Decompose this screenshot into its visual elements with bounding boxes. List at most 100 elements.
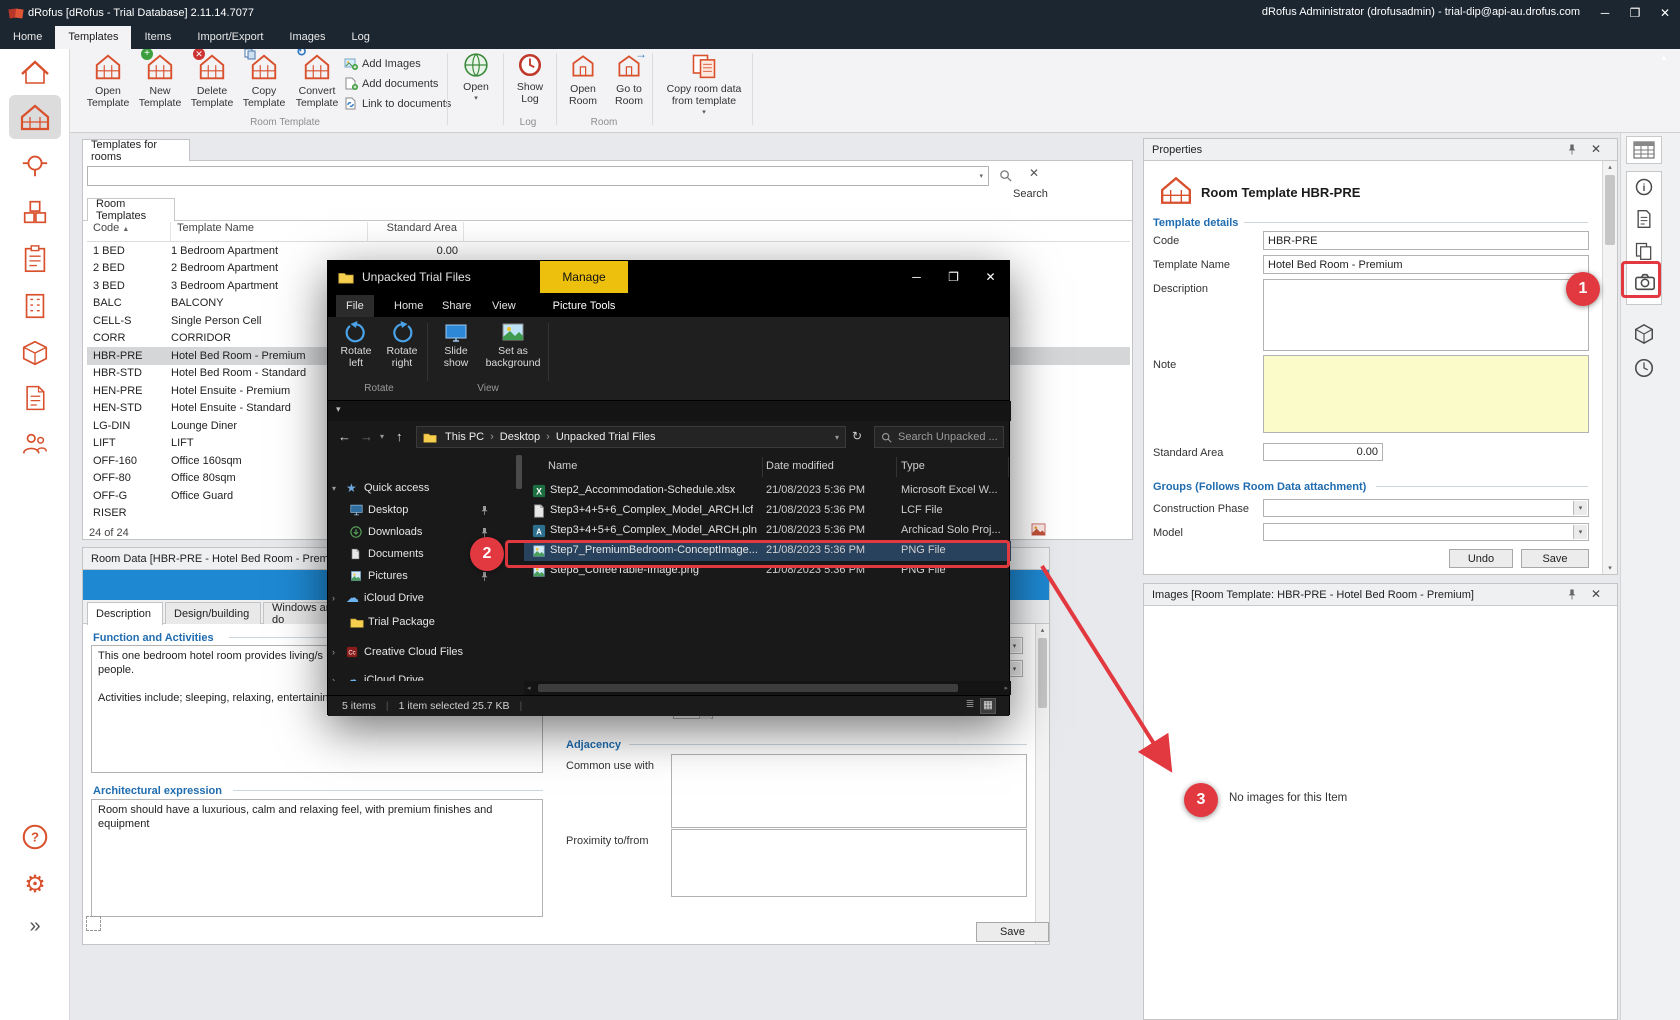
maximize-icon[interactable]: ❐ (935, 261, 972, 293)
explorer-tab-share[interactable]: Share (432, 295, 481, 317)
tab-room-templates[interactable]: Room Templates (87, 198, 175, 221)
minimize-icon[interactable]: ─ (898, 261, 935, 293)
set-as-background-button[interactable]: Set as background (482, 321, 544, 369)
thumbnail-view-icon[interactable]: ▦ (980, 698, 996, 714)
details-view-icon[interactable]: ≣ (962, 698, 978, 714)
column-standard-area[interactable]: Standard Area (368, 222, 464, 241)
delete-template-button[interactable]: ✕ Delete Template (187, 52, 237, 109)
scroll-down-icon[interactable]: ▾ (1603, 564, 1617, 572)
new-template-button[interactable]: + New Template (135, 52, 185, 109)
slide-show-button[interactable]: Slide show (432, 321, 480, 369)
recent-locations-icon[interactable]: ▾ (380, 432, 384, 441)
explorer-tab-view[interactable]: View (482, 295, 526, 317)
scroll-up-icon[interactable]: ▴ (1603, 163, 1617, 171)
document-icon[interactable] (1634, 209, 1654, 229)
tab-templates-for-rooms[interactable]: Templates for rooms (82, 139, 190, 161)
data-table-icon[interactable] (1626, 136, 1662, 164)
breadcrumb[interactable]: Unpacked Trial Files (556, 431, 656, 443)
close-icon[interactable]: ✕ (972, 261, 1009, 293)
chevron-down-icon[interactable]: ▾ (1573, 525, 1587, 539)
column-name[interactable]: Name (548, 460, 577, 472)
chevron-right-icon[interactable]: › (332, 675, 346, 681)
tab-images[interactable]: Images (276, 26, 338, 49)
collapse-ribbon-icon[interactable]: ▴ (1661, 52, 1666, 63)
sidebar-item-items[interactable] (18, 195, 52, 229)
table-row[interactable]: 1 BED1 Bedroom Apartment0.00 (87, 242, 1130, 260)
forward-icon[interactable]: → (360, 429, 373, 444)
column-divider[interactable] (896, 457, 897, 477)
file-row[interactable]: A Step3+4+5+6_Complex_Model_ARCH.pln21/0… (524, 521, 1011, 541)
tab-home[interactable]: Home (0, 26, 55, 49)
nav-icloud-drive[interactable]: ›☁iCloud Drive (332, 587, 512, 609)
copy-room-data-button[interactable]: Copy room data from template ▾ (658, 52, 750, 119)
breadcrumb[interactable]: Desktop (500, 431, 540, 443)
scroll-right-icon[interactable]: ▸ (1004, 684, 1008, 692)
qat-customize-icon[interactable]: ▾ (336, 404, 341, 415)
description-field[interactable] (1263, 279, 1589, 351)
expand-sidebar-icon[interactable]: » (18, 909, 52, 943)
rotate-right-button[interactable]: Rotate right (380, 321, 424, 369)
column-divider[interactable] (1008, 457, 1009, 477)
refresh-icon[interactable]: ↻ (852, 429, 862, 443)
nav-scrollbar-thumb[interactable] (516, 455, 522, 489)
scrollbar-thumb[interactable] (538, 684, 958, 692)
sidebar-item-checklist[interactable] (18, 242, 52, 276)
help-icon[interactable]: ? (18, 820, 52, 854)
settings-gear-icon[interactable]: ⚙ (18, 867, 52, 901)
column-type[interactable]: Type (901, 460, 925, 472)
model-3d-icon[interactable] (1633, 323, 1655, 345)
explorer-search-box[interactable]: Search Unpacked ... (874, 426, 1004, 448)
proximity-textarea[interactable] (671, 829, 1027, 897)
maximize-icon[interactable]: ❐ (1620, 0, 1650, 26)
close-icon[interactable]: ✕ (1650, 0, 1680, 26)
selection-box-icon[interactable] (86, 916, 101, 931)
copy-pages-icon[interactable] (1634, 241, 1654, 261)
history-clock-icon[interactable] (1633, 357, 1655, 379)
nav-trial-package[interactable]: Trial Package (332, 611, 512, 633)
model-dropdown[interactable]: ▾ (1263, 523, 1589, 541)
template-search-input[interactable]: ▾ (87, 166, 989, 186)
sidebar-item-contacts[interactable] (18, 427, 52, 461)
nav-quick-access[interactable]: ▾★Quick access (332, 477, 512, 499)
room-data-save-button[interactable]: Save (976, 922, 1049, 942)
column-code[interactable]: Code ▲ (87, 222, 171, 241)
column-date-modified[interactable]: Date modified (766, 460, 834, 472)
chevron-down-icon[interactable]: ▾ (1573, 501, 1587, 515)
construction-phase-dropdown[interactable]: ▾ (1263, 499, 1589, 517)
convert-template-button[interactable]: ↻ Convert Template (291, 52, 343, 109)
scroll-left-icon[interactable]: ◂ (527, 684, 531, 692)
pin-icon[interactable] (1567, 588, 1577, 601)
standard-area-field[interactable]: 0.00 (1263, 443, 1383, 461)
www-open-button[interactable]: Open ▾ (453, 52, 499, 105)
sidebar-item-templates[interactable] (9, 95, 61, 139)
search-icon[interactable] (999, 169, 1012, 182)
undo-button[interactable]: Undo (1449, 549, 1513, 568)
template-name-field[interactable]: Hotel Bed Room - Premium (1263, 255, 1589, 274)
address-box[interactable]: This PC › Desktop › Unpacked Trial Files… (416, 426, 846, 448)
link-to-documents-button[interactable]: Link to documents (344, 95, 451, 112)
code-field[interactable]: HBR-PRE (1263, 231, 1589, 250)
explorer-titlebar[interactable]: Unpacked Trial Files Manage ─ ❐ ✕ (328, 261, 1009, 293)
open-room-button[interactable]: Open Room (561, 52, 605, 107)
chevron-down-icon[interactable]: ▾ (979, 172, 983, 180)
copy-template-button[interactable]: Copy Template (239, 52, 289, 109)
add-documents-button[interactable]: Add documents (344, 75, 438, 92)
scroll-up-icon[interactable]: ▴ (1036, 626, 1049, 634)
chevron-right-icon[interactable]: › (332, 647, 346, 657)
nav-icloud-drive-2[interactable]: ›☁iCloud Drive (332, 669, 512, 681)
clear-search-icon[interactable]: ✕ (1029, 166, 1039, 180)
close-icon[interactable]: ✕ (1591, 142, 1601, 156)
pin-icon[interactable] (1567, 143, 1577, 156)
tab-import-export[interactable]: Import/Export (184, 26, 276, 49)
info-icon[interactable]: i (1634, 177, 1654, 197)
explorer-tab-home[interactable]: Home (384, 295, 433, 317)
explorer-tab-picture-tools[interactable]: Picture Tools (540, 295, 628, 317)
go-to-room-button[interactable]: → Go to Room (607, 52, 651, 107)
scrollbar-thumb[interactable] (1605, 175, 1615, 245)
tab-templates[interactable]: Templates (55, 26, 131, 49)
explorer-tab-file[interactable]: File (336, 295, 374, 317)
tab-items[interactable]: Items (131, 26, 184, 49)
tab-description[interactable]: Description (87, 602, 163, 625)
room-data-scrollbar[interactable]: ▴ ▾ (1035, 624, 1049, 944)
image-indicator-icon[interactable] (1031, 523, 1046, 536)
